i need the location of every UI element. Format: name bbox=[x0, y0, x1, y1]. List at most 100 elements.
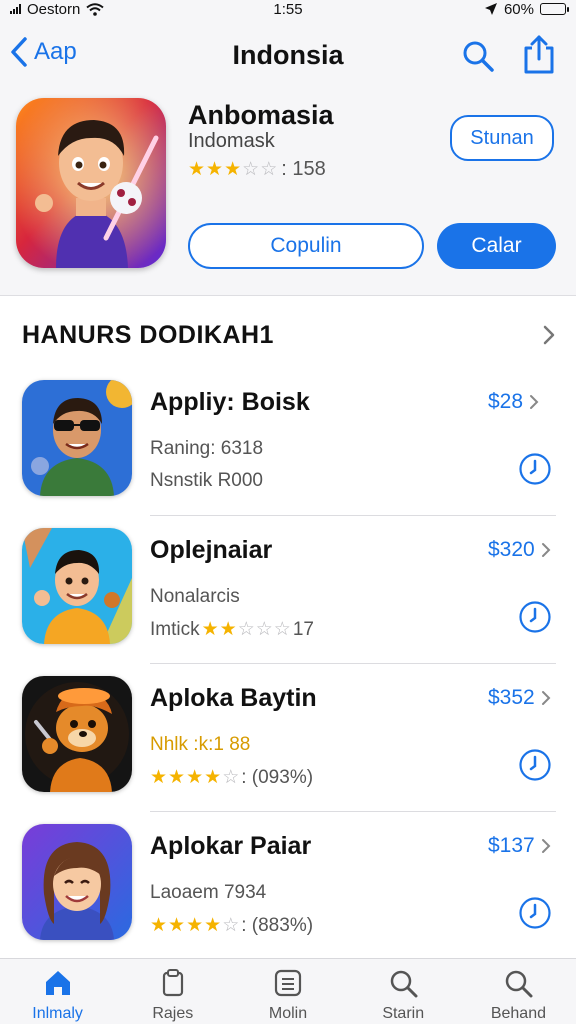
app-icon bbox=[22, 676, 132, 792]
apps-icon bbox=[274, 969, 302, 997]
app-list: Appliy: Boisk Raning: 6318 Nsnstik R000 … bbox=[0, 368, 576, 960]
secondary-button[interactable]: Copulin bbox=[188, 223, 424, 269]
list-item[interactable]: Oplejnaiar Nonalarcis Imtick ★ ★ ☆ ☆ ☆ 17 $3… bbox=[0, 516, 576, 664]
battery-percent: 60% bbox=[503, 0, 534, 18]
chevron-right-icon bbox=[530, 395, 539, 409]
primary-button[interactable]: Calar bbox=[437, 223, 556, 269]
star-filled-icon: ★ bbox=[201, 619, 219, 640]
star-filled-icon: ★ bbox=[150, 767, 168, 788]
list-item[interactable]: Aploka Baytin Nhlk :k:1 88 ★ ★ ★ ★ ☆ : (093%… bbox=[0, 664, 576, 812]
sunglasses-character-icon bbox=[22, 380, 132, 496]
share-icon[interactable] bbox=[520, 34, 558, 74]
kid-character-icon bbox=[22, 528, 132, 644]
app-meta-text: : (883%) bbox=[241, 914, 314, 936]
rating-stars: ★ ★ ★ ☆ ☆ bbox=[188, 158, 277, 181]
status-bar: Oestorn 1:55 60% bbox=[0, 0, 576, 18]
star-filled-icon: ★ bbox=[188, 159, 206, 180]
tab-games[interactable]: Rajes bbox=[115, 959, 230, 1024]
home-icon bbox=[45, 971, 70, 995]
section-header[interactable]: HANURS DODIKAH1 bbox=[22, 318, 556, 352]
star-empty-icon: ☆ bbox=[255, 619, 273, 640]
tab-label: Inlmaly bbox=[32, 1005, 83, 1022]
star-filled-icon: ★ bbox=[186, 767, 204, 788]
app-name: Appliy: Boisk bbox=[150, 388, 310, 416]
girl-character-icon bbox=[22, 824, 132, 940]
app-name: Oplejnaiar bbox=[150, 536, 273, 564]
price-label: $352 bbox=[488, 686, 535, 709]
search-icon bbox=[506, 970, 533, 998]
star-empty-icon: ☆ bbox=[222, 915, 240, 936]
list-item[interactable]: Appliy: Boisk Raning: 6318 Nsnstik R000 … bbox=[0, 368, 576, 516]
chevron-right-icon bbox=[543, 325, 555, 345]
search-icon bbox=[390, 970, 418, 998]
fox-character-icon bbox=[22, 676, 132, 792]
app-name: Aploka Baytin bbox=[150, 684, 317, 712]
battery-icon bbox=[540, 3, 569, 15]
wifi-icon bbox=[86, 2, 104, 16]
download-clock-icon[interactable] bbox=[518, 748, 552, 782]
app-price[interactable]: $137 bbox=[488, 834, 551, 858]
star-filled-icon: ★ bbox=[150, 915, 168, 936]
app-price[interactable]: $320 bbox=[488, 538, 551, 562]
tab-behand[interactable]: Behand bbox=[461, 959, 576, 1024]
rating-count: : 158 bbox=[281, 158, 326, 180]
signal-icon bbox=[10, 4, 21, 14]
price-label: $320 bbox=[488, 538, 535, 561]
app-price[interactable]: $352 bbox=[488, 686, 551, 710]
chevron-right-icon bbox=[541, 691, 551, 705]
hero-rating: ★ ★ ★ ☆ ☆ : 158 bbox=[188, 158, 326, 181]
star-filled-icon: ★ bbox=[168, 767, 186, 788]
hero-character-icon bbox=[16, 98, 166, 268]
games-icon bbox=[162, 969, 183, 997]
app-price[interactable]: $28 bbox=[488, 390, 539, 414]
chevron-right-icon bbox=[541, 839, 551, 853]
star-empty-icon: ☆ bbox=[260, 159, 278, 180]
star-empty-icon: ☆ bbox=[237, 619, 255, 640]
app-meta: Nsnstik R000 bbox=[150, 470, 263, 492]
section-title: HANURS DODIKAH1 bbox=[22, 320, 274, 349]
download-clock-icon[interactable] bbox=[518, 600, 552, 634]
app-header-area: Aap Indonsia Anbomasia Indomask ★ ★ ★ ☆ … bbox=[0, 18, 576, 296]
list-item[interactable]: Aplokar Paiar Laoaem 7934 ★ ★ ★ ★ ☆ : (883%)… bbox=[0, 812, 576, 960]
rating-stars: ★ ★ ★ ★ ☆ bbox=[150, 766, 239, 789]
star-empty-icon: ☆ bbox=[273, 619, 291, 640]
download-clock-icon[interactable] bbox=[518, 896, 552, 930]
app-icon bbox=[22, 380, 132, 496]
price-label: $28 bbox=[488, 390, 524, 413]
hero-action-button[interactable]: Stunan bbox=[450, 115, 554, 161]
tab-today[interactable]: Inlmaly bbox=[0, 959, 115, 1024]
tab-label: Molin bbox=[268, 1005, 308, 1022]
star-filled-icon: ★ bbox=[219, 619, 237, 640]
app-icon bbox=[22, 824, 132, 940]
status-left: Oestorn bbox=[10, 1, 104, 18]
app-detail: Laoaem 7934 bbox=[150, 882, 267, 903]
tab-label: Behand bbox=[490, 1005, 546, 1022]
search-icon[interactable] bbox=[460, 38, 496, 74]
location-arrow-icon bbox=[484, 3, 497, 15]
tab-label: Starin bbox=[382, 1005, 425, 1022]
app-meta-text: Nsnstik R000 bbox=[150, 470, 263, 491]
tab-apps[interactable]: Molin bbox=[230, 959, 345, 1024]
hero-app-subtitle: Indomask bbox=[188, 130, 275, 152]
carrier-label: Oestorn bbox=[27, 0, 81, 18]
star-filled-icon: ★ bbox=[186, 915, 204, 936]
tab-bar: Inlmaly Rajes Molin Starin Behand bbox=[0, 958, 576, 1024]
app-meta: ★ ★ ★ ★ ☆ : (883%) bbox=[150, 914, 313, 937]
star-filled-icon: ★ bbox=[168, 915, 186, 936]
nav-bar: Aap Indonsia bbox=[0, 18, 576, 90]
star-empty-icon: ☆ bbox=[242, 159, 260, 180]
rating-stars: ★ ★ ☆ ☆ ☆ bbox=[202, 618, 291, 641]
star-filled-icon: ★ bbox=[224, 159, 242, 180]
tab-search[interactable]: Starin bbox=[346, 959, 461, 1024]
app-detail: Nhlk :k:1 88 bbox=[150, 734, 251, 755]
star-filled-icon: ★ bbox=[204, 767, 222, 788]
app-meta-text: : (093%) bbox=[241, 766, 314, 788]
app-meta-suffix: 17 bbox=[292, 618, 314, 640]
app-detail: Nonalarcis bbox=[150, 586, 240, 607]
star-filled-icon: ★ bbox=[206, 159, 224, 180]
rating-stars: ★ ★ ★ ★ ☆ bbox=[150, 914, 239, 937]
hero-app-icon[interactable] bbox=[16, 98, 166, 268]
app-meta: ★ ★ ★ ★ ☆ : (093%) bbox=[150, 766, 313, 789]
download-clock-icon[interactable] bbox=[518, 452, 552, 486]
app-meta-text: Imtick bbox=[150, 618, 200, 640]
